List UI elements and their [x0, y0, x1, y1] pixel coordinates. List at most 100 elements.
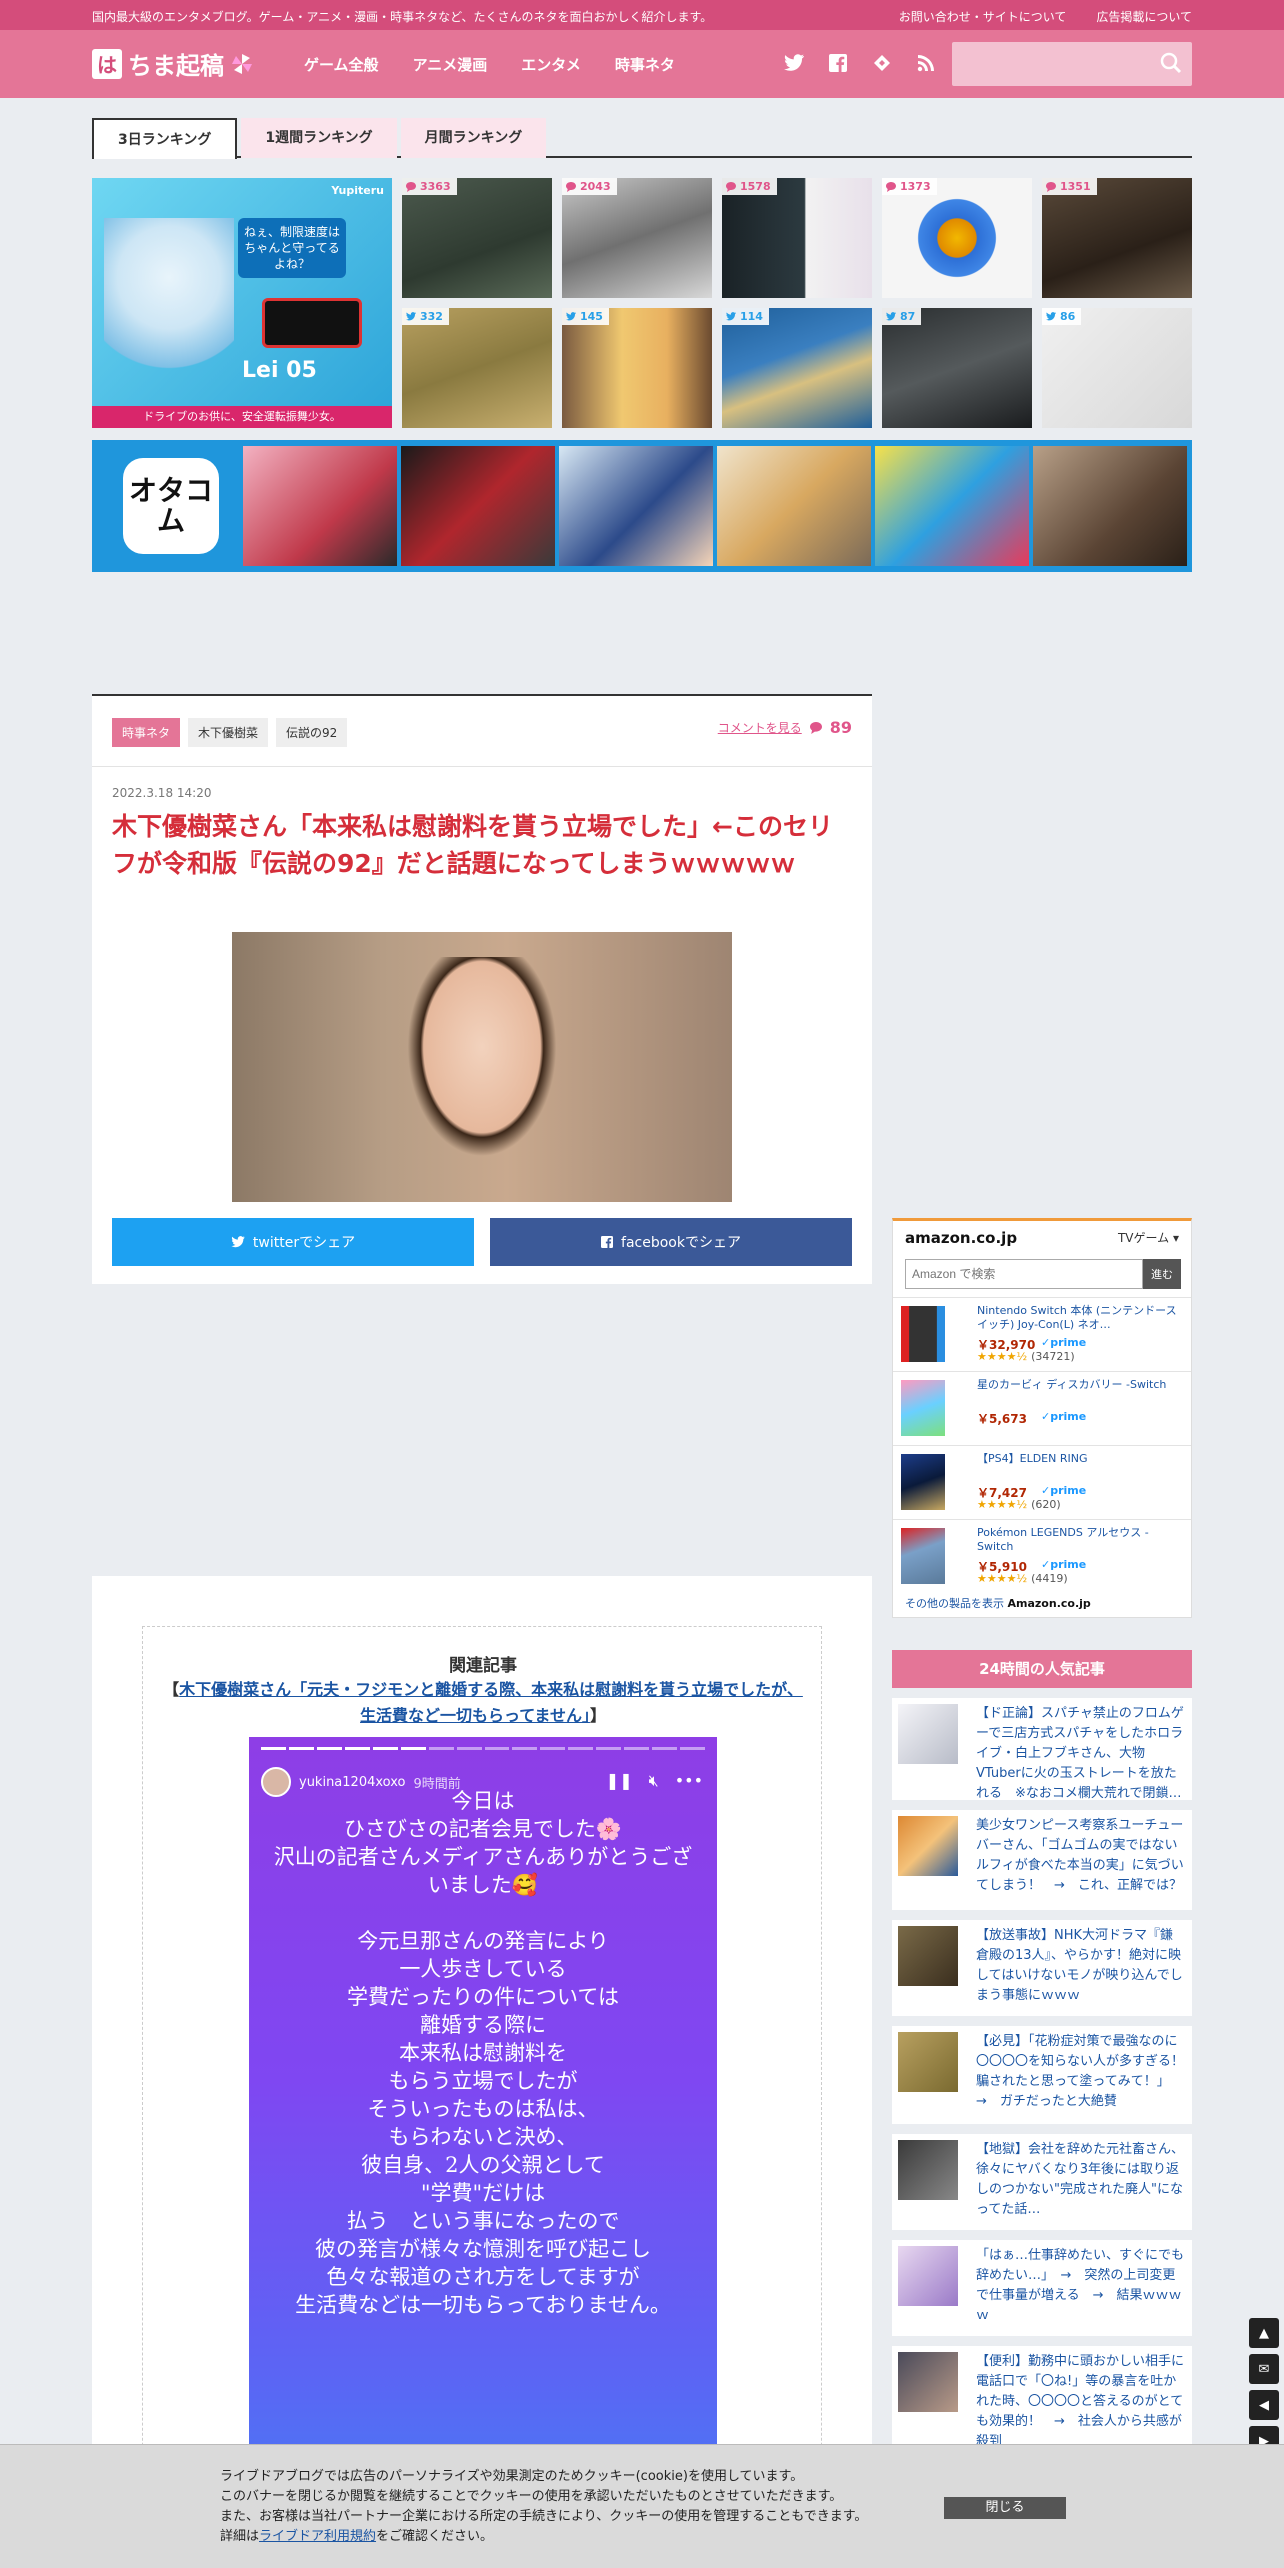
logo-mark: は: [92, 48, 122, 79]
search-icon[interactable]: [1160, 52, 1184, 76]
amazon-logo: amazon.co.jp: [905, 1229, 1018, 1247]
nav-anime[interactable]: アニメ漫画: [413, 54, 488, 75]
twitter-icon[interactable]: [783, 52, 805, 74]
comment-count-badge: 1373: [882, 178, 937, 195]
comment-count-badge: 1351: [1042, 178, 1097, 195]
twitter-icon: [1046, 312, 1056, 321]
site-logo[interactable]: は ちま起稿: [92, 46, 254, 81]
contact-link[interactable]: お問い合わせ・サイトについて: [899, 8, 1067, 25]
divider: [92, 766, 872, 767]
popular-thumb: [898, 2032, 958, 2092]
twitter-icon: [726, 312, 736, 321]
search-box: [952, 42, 1192, 86]
tab-1week[interactable]: 1週間ランキング: [241, 118, 397, 158]
popular-thumb: [898, 1816, 958, 1876]
share-facebook-button[interactable]: facebookでシェア: [490, 1218, 852, 1266]
amazon-search-input[interactable]: [905, 1259, 1143, 1289]
otacom-logo: オタコム: [101, 449, 241, 563]
comment-number: 89: [829, 718, 852, 737]
comment-count: コメントを見る 89: [718, 718, 852, 737]
popular-item[interactable]: 【地獄】会社を辞めた元社畜さん、徐々にヤバくなり3年後には取り返しのつかない"完…: [892, 2134, 1192, 2230]
popular-thumb: [898, 2352, 958, 2412]
ranking-thumb[interactable]: 114: [722, 308, 872, 428]
terms-link[interactable]: ライブドア利用規約: [259, 2529, 376, 2544]
ad-inquiry-link[interactable]: 広告掲載について: [1096, 8, 1192, 25]
ranking-thumb[interactable]: 86: [1042, 308, 1192, 428]
banner-image: [401, 446, 555, 566]
related-heading: 関連記事: [449, 1656, 517, 1676]
popular-item[interactable]: 美少女ワンピース考察系ユーチューバーさん、「ゴムゴムの実ではないルフィが食べた本…: [892, 1810, 1192, 1910]
popular-heading: 24時間の人気記事: [892, 1650, 1192, 1688]
cookie-close-button[interactable]: 閉じる: [944, 2497, 1066, 2519]
related-link-wrap: 【木下優樹菜さん「元夫・フジモンと離婚する際、本来私は慰謝料を貰う立場でしたが、…: [163, 1680, 803, 1725]
popular-item[interactable]: 【便利】勤務中に頭おかしい相手に電話口で「〇ね!」等の暴言を吐かれた時、〇〇〇〇…: [892, 2346, 1192, 2456]
popular-item[interactable]: 【ド正論】スパチャ禁止のフロムゲーで三店方式スパチャをしたホロライブ・白上フブキ…: [892, 1698, 1192, 1801]
logo-text: ちま起稿: [128, 52, 224, 80]
ranking-tabs: 3日ランキング 1週間ランキング 月間ランキング: [92, 118, 1192, 159]
nav-entame[interactable]: エンタメ: [521, 54, 581, 75]
amazon-product[interactable]: 星のカービィ ディスカバリー -Switch ￥5,673 ✓prime: [893, 1371, 1191, 1445]
category-tag[interactable]: 木下優樹菜: [188, 718, 269, 747]
logo-pinwheel-icon: [232, 53, 252, 74]
popular-thumb: [898, 2140, 958, 2200]
banner-image: [717, 446, 871, 566]
article-date: 2022.3.18 14:20: [112, 786, 212, 800]
scroll-top-icon[interactable]: ▲: [1249, 2318, 1279, 2348]
yupiteru-ad[interactable]: Yupiteru ねぇ、制限速度はちゃんと守ってるよね？ Lei 05 ドライブ…: [92, 178, 392, 428]
article-body: 関連記事 【木下優樹菜さん「元夫・フジモンと離婚する際、本来私は慰謝料を貰う立場…: [92, 1576, 872, 2568]
view-comments-link[interactable]: コメントを見る: [718, 719, 802, 736]
tab-3day[interactable]: 3日ランキング: [92, 118, 238, 159]
ranking-thumb[interactable]: 2043: [562, 178, 712, 298]
tweet-count-badge: 332: [402, 308, 449, 325]
share-twitter-button[interactable]: twitterでシェア: [112, 1218, 474, 1266]
amazon-more-link[interactable]: その他の製品を表示 Amazon.co.jp: [905, 1595, 1091, 1611]
related-article-link[interactable]: 木下優樹菜さん「元夫・フジモンと離婚する際、本来私は慰謝料を貰う立場でしたが、生…: [179, 1680, 803, 1725]
ranking-thumb[interactable]: 87: [882, 308, 1032, 428]
comment-count-badge: 3363: [402, 178, 457, 195]
floating-buttons: ▲ ✉ ◀ ▶: [1249, 2318, 1279, 2456]
product-image: [901, 1380, 945, 1436]
feedly-icon[interactable]: [871, 52, 893, 74]
prev-icon[interactable]: ◀: [1249, 2390, 1279, 2420]
ranking-thumb[interactable]: 1373: [882, 178, 1032, 298]
amazon-category-select[interactable]: TVゲーム ▾: [1118, 1229, 1179, 1246]
twitter-icon: [886, 312, 896, 321]
twitter-icon: [231, 1236, 245, 1248]
nav-news[interactable]: 時事ネタ: [615, 54, 675, 75]
article-card: 時事ネタ 木下優樹菜 伝説の92 コメントを見る 89 2022.3.18 14…: [92, 694, 872, 1284]
tab-monthly[interactable]: 月間ランキング: [400, 118, 547, 158]
category-tags: 時事ネタ 木下優樹菜 伝説の92: [112, 718, 348, 747]
ranking-thumb[interactable]: 3363: [402, 178, 552, 298]
amazon-product[interactable]: Pokémon LEGENDS アルセウス -Switch ￥5,910 ✓pr…: [893, 1519, 1191, 1593]
comment-icon: [726, 181, 736, 192]
popular-item[interactable]: 【放送事故】NHK大河ドラマ『鎌倉殿の13人』、やらかす！絶対に映してはいけない…: [892, 1920, 1192, 2016]
popular-thumb: [898, 1926, 958, 1986]
ranking-grid: 3363 2043 1578 1373 1351 332 145 114 87 …: [402, 178, 1192, 428]
popular-articles: 24時間の人気記事 【ド正論】スパチャ禁止のフロムゲーで三店方式スパチャをしたホ…: [892, 1650, 1197, 2456]
story-text: 今日は ひさびさの記者会見でした🌸 沢山の記者さんメディアさんありがとうございま…: [273, 1789, 693, 2317]
tweet-count-badge: 114: [722, 308, 769, 325]
ranking-thumb[interactable]: 1578: [722, 178, 872, 298]
facebook-icon[interactable]: [827, 52, 849, 74]
otacom-ad[interactable]: オタコム: [92, 440, 1192, 572]
tweet-count-badge: 145: [562, 308, 609, 325]
cookie-banner: ライブドアブログでは広告のパーソナライズや効果測定のためクッキー(cookie)…: [0, 2444, 1284, 2568]
comment-icon[interactable]: ✉: [1249, 2354, 1279, 2384]
product-image: [901, 1528, 945, 1584]
search-input[interactable]: [952, 42, 1152, 86]
category-tag[interactable]: 伝説の92: [276, 718, 348, 747]
popular-item[interactable]: 「はぁ…仕事辞めたい、すぐにでも辞めたい…」 → 突然の上司変更で仕事量が増える…: [892, 2240, 1192, 2336]
nav-games[interactable]: ゲーム全般: [304, 54, 379, 75]
category-tag[interactable]: 時事ネタ: [112, 718, 181, 747]
ranking-thumb[interactable]: 145: [562, 308, 712, 428]
amazon-product[interactable]: 【PS4】ELDEN RING ￥7,427 ✓prime ★★★★½ (620): [893, 1445, 1191, 1519]
ranking-thumb[interactable]: 1351: [1042, 178, 1192, 298]
ranking-thumb[interactable]: 332: [402, 308, 552, 428]
popular-item[interactable]: 【必見】「花粉症対策で最強なのに〇〇〇〇を知らない人が多すぎる！ 騙されたと思っ…: [892, 2026, 1197, 2124]
comment-icon: [886, 181, 896, 192]
banner-image: [559, 446, 713, 566]
amazon-product[interactable]: Nintendo Switch 本体 (ニンテンドースイッチ) Joy-Con(…: [893, 1297, 1191, 1371]
rss-icon[interactable]: [915, 52, 937, 74]
site-header: は ちま起稿 ゲーム全般 アニメ漫画 エンタメ 時事ネタ: [0, 30, 1284, 98]
amazon-go-button[interactable]: 進む: [1143, 1259, 1181, 1289]
